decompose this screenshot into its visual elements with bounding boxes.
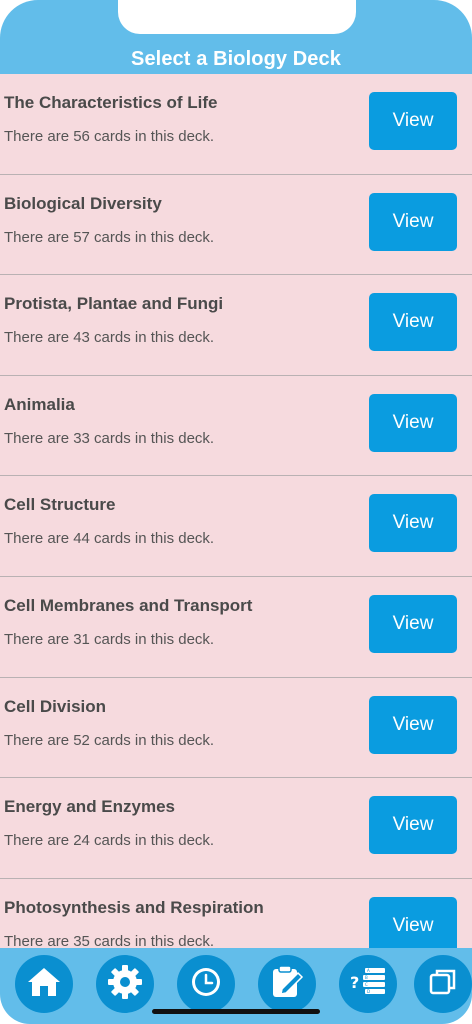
deck-title: The Characteristics of Life: [4, 93, 218, 112]
deck-row: Biological Diversity There are 57 cards …: [0, 175, 472, 276]
tab-notes[interactable]: [258, 955, 316, 1013]
deck-card-count: There are 35 cards in this deck.: [4, 932, 215, 948]
notepad-pencil-icon: [268, 963, 306, 1006]
deck-title: Energy and Enzymes: [4, 797, 176, 817]
deck-card-count: There are 56 cards in this deck.: [4, 128, 215, 145]
deck-card-count: There are 43 cards in this deck.: [4, 329, 215, 347]
deck-title: Cell Division: [4, 696, 107, 716]
deck-title: Cell Membranes and Transport: [4, 595, 253, 615]
deck-row: Protista, Plantae and Fungi There are 43…: [0, 275, 472, 376]
deck-row: Animalia There are 33 cards in this deck…: [0, 376, 472, 477]
svg-text:?: ?: [350, 973, 359, 992]
page-title: Select a Biology Deck: [131, 48, 341, 70]
deck-title: Cell Structure: [4, 495, 116, 515]
deck-list[interactable]: The Characteristics of Life There are 56…: [0, 74, 472, 948]
view-button[interactable]: View: [369, 192, 457, 251]
header-bar: Select a Biology Deck: [0, 0, 472, 74]
tab-quiz[interactable]: ? A B C D: [339, 955, 397, 1013]
deck-card-count: There are 33 cards in this deck.: [4, 429, 215, 447]
deck-title: Photosynthesis and Respiration: [4, 897, 264, 917]
device-notch: [118, 0, 356, 34]
deck-row: Energy and Enzymes There are 24 cards in…: [0, 778, 472, 879]
deck-title: Protista, Plantae and Fungi: [4, 294, 224, 314]
deck-card-count: There are 52 cards in this deck.: [4, 731, 215, 749]
clock-icon: [189, 965, 223, 1004]
quiz-list-icon: ? A B C D: [348, 962, 388, 1007]
svg-text:A: A: [367, 968, 370, 973]
view-button[interactable]: View: [369, 896, 457, 948]
deck-row: Photosynthesis and Respiration There are…: [0, 879, 472, 948]
svg-text:C: C: [365, 982, 368, 987]
view-button[interactable]: View: [369, 494, 457, 553]
view-button[interactable]: View: [369, 594, 457, 653]
deck-card-count: There are 24 cards in this deck.: [4, 832, 215, 850]
tab-history[interactable]: [177, 955, 235, 1013]
tab-home[interactable]: [15, 955, 73, 1013]
deck-row: The Characteristics of Life There are 56…: [0, 74, 472, 175]
deck-title: Biological Diversity: [4, 193, 162, 213]
view-button[interactable]: View: [369, 393, 457, 452]
deck-row: Cell Membranes and Transport There are 3…: [0, 577, 472, 678]
svg-text:B: B: [365, 975, 368, 980]
deck-card-count: There are 44 cards in this deck.: [4, 530, 215, 548]
copy-cards-icon: [427, 966, 459, 1003]
svg-text:D: D: [367, 989, 370, 994]
view-button[interactable]: View: [369, 796, 457, 855]
home-icon: [26, 965, 62, 1004]
home-indicator[interactable]: [152, 1009, 320, 1014]
view-button[interactable]: View: [369, 695, 457, 754]
deck-row: Cell Division There are 52 cards in this…: [0, 678, 472, 779]
deck-card-count: There are 57 cards in this deck.: [4, 228, 215, 246]
tab-cards[interactable]: [414, 955, 472, 1013]
deck-title: Animalia: [4, 394, 75, 414]
gear-icon: [106, 963, 144, 1006]
view-button[interactable]: View: [369, 293, 457, 352]
view-button[interactable]: View: [369, 92, 457, 150]
deck-card-count: There are 31 cards in this deck.: [4, 630, 215, 648]
deck-row: Cell Structure There are 44 cards in thi…: [0, 476, 472, 577]
tab-settings[interactable]: [96, 955, 154, 1013]
